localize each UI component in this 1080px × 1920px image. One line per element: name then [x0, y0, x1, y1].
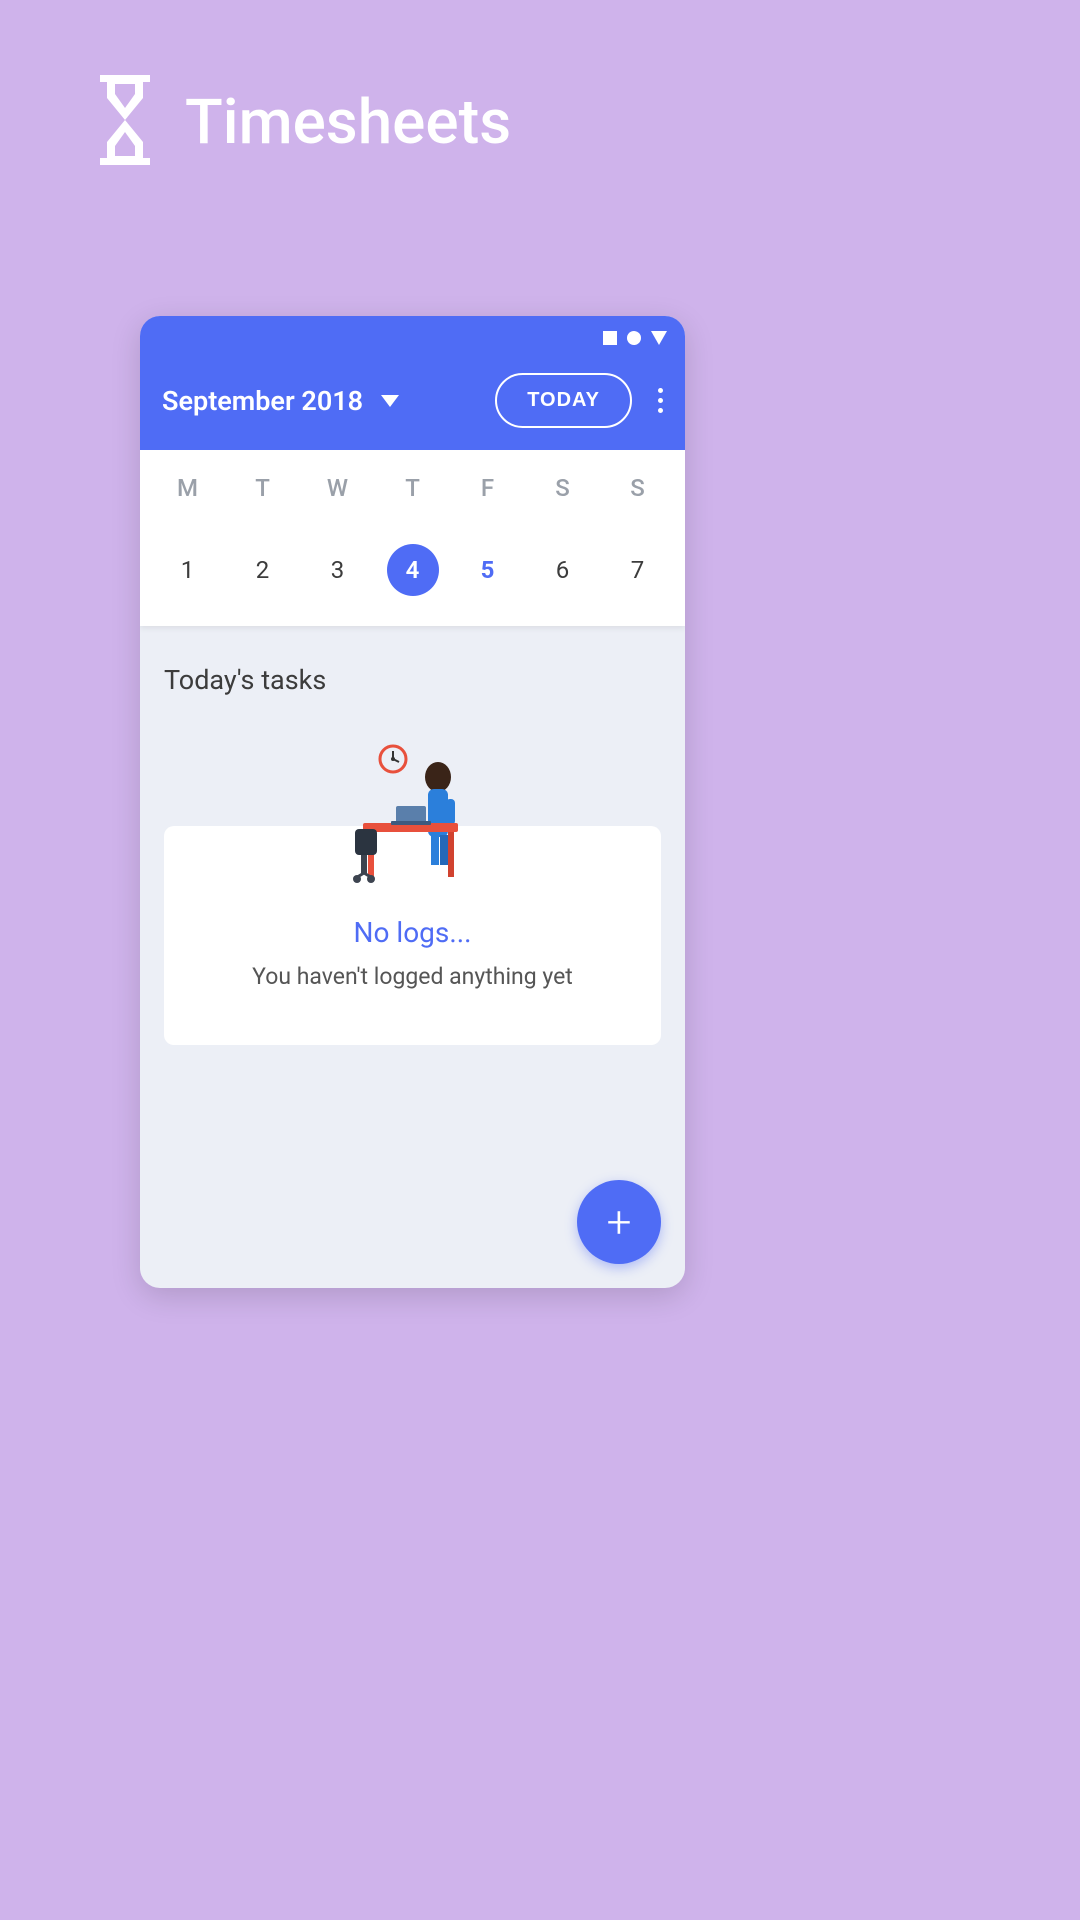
weekday-label: M [163, 474, 213, 502]
today-button[interactable]: TODAY [495, 373, 632, 428]
date-cell[interactable]: 2 [237, 544, 289, 596]
empty-state-title: No logs... [194, 916, 631, 949]
weekday-label: F [463, 474, 513, 502]
weekday-label: S [613, 474, 663, 502]
weekday-label: T [238, 474, 288, 502]
tasks-section: Today's tasks [140, 626, 685, 1083]
month-label: September 2018 [162, 385, 363, 417]
date-cell[interactable]: 6 [537, 544, 589, 596]
add-log-button[interactable]: + [577, 1180, 661, 1264]
date-cell-selected[interactable]: 4 [387, 544, 439, 596]
weekday-label: S [538, 474, 588, 502]
empty-state-illustration [338, 741, 488, 901]
empty-state-subtitle: You haven't logged anything yet [194, 963, 631, 990]
nav-square-icon [603, 330, 617, 349]
dropdown-icon [381, 395, 399, 407]
date-cell[interactable]: 7 [612, 544, 664, 596]
calendar-strip: M T W T F S S 1 2 3 4 5 6 7 [140, 450, 685, 626]
weekday-label: W [313, 474, 363, 502]
app-title: Timesheets [185, 86, 511, 159]
empty-state-card: No logs... You haven't logged anything y… [164, 826, 661, 1045]
date-cell[interactable]: 1 [162, 544, 214, 596]
app-brand: Timesheets [85, 70, 511, 174]
month-selector[interactable]: September 2018 [162, 385, 399, 417]
nav-triangle-icon [651, 330, 667, 349]
weekday-row: M T W T F S S [150, 474, 675, 502]
status-bar [140, 316, 685, 349]
nav-circle-icon [627, 330, 641, 349]
tasks-section-title: Today's tasks [164, 664, 661, 696]
overflow-menu-icon[interactable] [658, 388, 663, 413]
app-header: September 2018 TODAY [140, 316, 685, 450]
date-cell[interactable]: 3 [312, 544, 364, 596]
date-cell-today[interactable]: 5 [462, 544, 514, 596]
app-screen: September 2018 TODAY M T W T F S S [140, 316, 685, 1288]
weekday-label: T [388, 474, 438, 502]
dates-row: 1 2 3 4 5 6 7 [150, 544, 675, 596]
plus-icon: + [607, 1200, 632, 1244]
hourglass-icon [85, 70, 165, 174]
